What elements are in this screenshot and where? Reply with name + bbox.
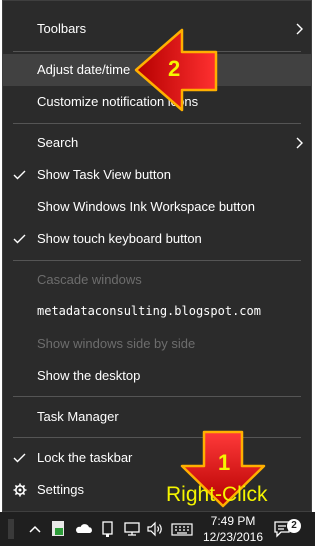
app-icon[interactable]	[50, 512, 68, 546]
windows-edge-icon	[6, 512, 26, 546]
clock-time: 7:49 PM	[210, 514, 256, 528]
menu-item-cascade-windows: Cascade windows	[3, 264, 311, 296]
menu-item-label: Show windows side by side	[37, 336, 196, 351]
watermark-label: metadataconsulting.blogspot.com	[37, 304, 261, 318]
menu-item-task-manager[interactable]: Task Manager	[3, 401, 311, 433]
menu-item-adjust-date-time[interactable]: Adjust date/time	[3, 54, 311, 86]
notification-count-badge: 2	[287, 519, 301, 533]
volume-icon[interactable]	[145, 512, 165, 546]
menu-item-customize-notification-icons[interactable]: Customize notification icons	[3, 86, 311, 118]
menu-item-label: Show touch keyboard button	[37, 231, 202, 246]
menu-separator	[13, 51, 301, 52]
menu-item-label: Search	[37, 135, 79, 150]
menu-item-label: Adjust date/time	[37, 62, 131, 77]
menu-item-label: Lock the taskbar	[37, 450, 133, 465]
menu-separator	[13, 123, 301, 124]
menu-item-label: Settings	[37, 482, 84, 497]
gear-icon	[13, 474, 27, 506]
menu-item-label: Task Manager	[37, 409, 119, 424]
menu-item-show-ink-workspace[interactable]: Show Windows Ink Workspace button	[3, 191, 311, 223]
menu-item-show-touch-keyboard[interactable]: Show touch keyboard button	[3, 223, 311, 255]
menu-item-search[interactable]: Search	[3, 127, 311, 159]
network-icon[interactable]	[122, 512, 142, 546]
menu-separator	[13, 437, 301, 438]
menu-item-settings[interactable]: Settings	[3, 474, 311, 506]
checkmark-icon	[13, 159, 27, 191]
device-icon[interactable]	[100, 512, 118, 546]
chevron-up-icon[interactable]	[28, 512, 44, 546]
taskbar-context-menu: Toolbars Adjust date/time Customize noti…	[2, 0, 312, 512]
system-clock[interactable]: 7:49 PM 12/23/2016	[198, 512, 268, 545]
menu-item-label: Show Task View button	[37, 167, 171, 182]
menu-item-show-desktop[interactable]: Show the desktop	[3, 360, 311, 392]
menu-item-label: Show the desktop	[37, 368, 141, 383]
menu-item-label: Customize notification icons	[37, 94, 199, 109]
menu-item-label: Cascade windows	[37, 272, 142, 287]
menu-item-show-task-view[interactable]: Show Task View button	[3, 159, 311, 191]
chevron-right-icon	[295, 13, 305, 45]
menu-separator	[13, 396, 301, 397]
checkmark-icon	[13, 223, 27, 255]
watermark-text: metadataconsulting.blogspot.com	[3, 295, 311, 327]
onedrive-cloud-icon[interactable]	[74, 512, 94, 546]
checkmark-icon	[13, 442, 27, 474]
menu-item-lock-taskbar[interactable]: Lock the taskbar	[3, 442, 311, 474]
taskbar: 7:49 PM 12/23/2016 2	[0, 512, 315, 546]
clock-date: 12/23/2016	[202, 530, 264, 544]
menu-item-label: Show Windows Ink Workspace button	[37, 199, 255, 214]
menu-item-show-side-by-side: Show windows side by side	[3, 328, 311, 360]
chevron-right-icon	[295, 127, 305, 159]
keyboard-icon[interactable]	[170, 512, 194, 546]
menu-item-label: Toolbars	[37, 21, 87, 36]
menu-separator	[13, 260, 301, 261]
menu-item-toolbars[interactable]: Toolbars	[3, 13, 311, 45]
